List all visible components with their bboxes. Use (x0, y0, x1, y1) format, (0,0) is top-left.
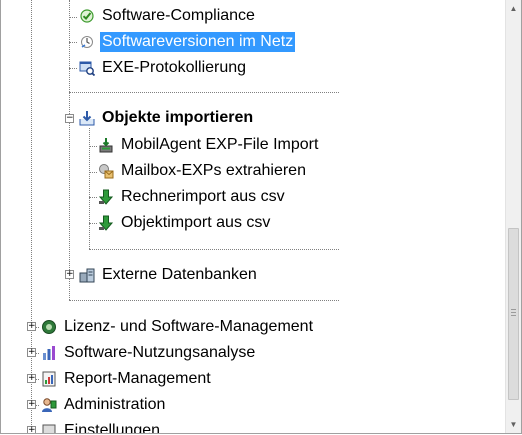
tree-item-mailbox-exps-extrahieren[interactable]: Mailbox-EXPs extrahieren (98, 160, 308, 182)
tree-line (31, 0, 32, 433)
mailbox-icon (98, 163, 114, 179)
tree-item-einstellungen[interactable]: Einstellungen (41, 420, 162, 434)
mobile-agent-icon (98, 137, 114, 153)
tree-item-label: Administration (64, 396, 166, 413)
tree-line (69, 300, 339, 301)
tree-item-label: EXE-Protokollierung (102, 59, 247, 76)
grip-line (511, 315, 516, 316)
tree-item-objekte-importieren[interactable]: Objekte importieren (79, 107, 255, 129)
tree-item-label: Objektimport aus csv (121, 214, 271, 231)
grip-line (511, 309, 516, 310)
tree-line (69, 92, 339, 93)
tree-item-exe-protokollierung[interactable]: EXE-Protokollierung (79, 57, 248, 79)
tree-item-label: Softwareversionen im Netz (100, 32, 296, 52)
import-icon (79, 110, 95, 126)
tree-item-label: Software-Nutzungsanalyse (64, 344, 256, 361)
navigation-tree: Software-Compliance Softwareversionen im… (0, 0, 522, 434)
expand-toggle[interactable]: + (27, 348, 36, 357)
tree-item-rechnerimport-aus-csv[interactable]: Rechnerimport aus csv (98, 186, 287, 208)
tree-line (89, 197, 97, 198)
tree-line (89, 223, 97, 224)
expand-toggle[interactable]: + (27, 322, 36, 331)
usage-analysis-icon (41, 345, 57, 361)
tree-item-label: Lizenz- und Software-Management (64, 318, 314, 335)
tree-line (89, 172, 97, 173)
check-icon (79, 8, 95, 24)
scrollbar-thumb[interactable] (508, 228, 519, 400)
tree-line (89, 249, 339, 250)
tree-line (89, 146, 97, 147)
tree-item-mobilagent-exp-file-import[interactable]: MobilAgent EXP-File Import (98, 134, 320, 156)
scroll-up-arrow-icon[interactable]: ▲ (506, 0, 521, 17)
tree-item-software-nutzungsanalyse[interactable]: Software-Nutzungsanalyse (41, 342, 257, 364)
tree-item-label: Externe Datenbanken (102, 266, 257, 283)
tree-line (69, 17, 77, 18)
expand-toggle[interactable]: + (27, 426, 36, 433)
settings-icon (41, 423, 57, 433)
expand-toggle[interactable]: + (27, 400, 36, 409)
tree-line (69, 68, 77, 69)
scroll-down-arrow-icon[interactable]: ▼ (506, 416, 521, 433)
tree-item-label: Report-Management (64, 370, 211, 387)
tree-line (69, 42, 77, 43)
tree-item-label: MobilAgent EXP-File Import (121, 136, 319, 153)
tree-item-label: Software-Compliance (102, 7, 255, 24)
exe-log-icon (79, 60, 95, 76)
vertical-scrollbar[interactable]: ▲ ▼ (505, 0, 521, 433)
green-arrow-down-icon (98, 189, 114, 205)
database-icon (79, 267, 95, 283)
expand-toggle[interactable]: + (65, 270, 74, 279)
admin-icon (41, 397, 57, 413)
tree-item-software-compliance[interactable]: Software-Compliance (79, 5, 257, 27)
tree-item-lizenz-und-software-management[interactable]: Lizenz- und Software-Management (41, 316, 315, 338)
license-icon (41, 319, 57, 335)
tree-item-externe-datenbanken[interactable]: Externe Datenbanken (79, 264, 259, 286)
tree-item-label: Mailbox-EXPs extrahieren (121, 162, 306, 179)
grip-line (511, 312, 516, 313)
version-scan-icon (79, 34, 95, 50)
expand-toggle[interactable]: + (27, 374, 36, 383)
tree-line (69, 0, 70, 300)
tree-item-label: Objekte importieren (102, 109, 254, 126)
collapse-toggle[interactable]: − (65, 114, 74, 123)
report-icon (41, 371, 57, 387)
tree-item-report-management[interactable]: Report-Management (41, 368, 213, 390)
tree-item-label: Rechnerimport aus csv (121, 188, 285, 205)
green-arrow-down-icon (98, 215, 114, 231)
tree-item-label: Einstellungen (64, 422, 161, 434)
tree-item-objektimport-aus-csv[interactable]: Objektimport aus csv (98, 212, 272, 234)
tree-item-administration[interactable]: Administration (41, 394, 167, 416)
tree-item-softwareversionen-im-netz[interactable]: Softwareversionen im Netz (79, 31, 296, 53)
